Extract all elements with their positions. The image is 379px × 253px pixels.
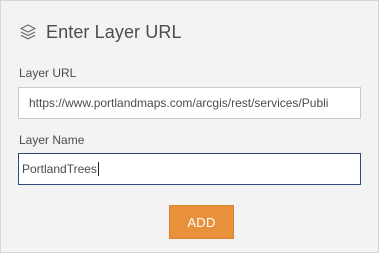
add-button[interactable]: ADD <box>169 205 234 239</box>
layer-url-label: Layer URL <box>19 66 77 80</box>
panel-title: Enter Layer URL <box>46 21 182 42</box>
layer-name-input[interactable]: PortlandTrees <box>18 153 361 185</box>
text-caret <box>97 162 99 176</box>
enter-layer-url-panel: Enter Layer URL Layer URL https://www.po… <box>0 0 379 253</box>
panel-header: Enter Layer URL <box>19 19 182 45</box>
layer-name-label: Layer Name <box>19 133 85 147</box>
layer-name-value: PortlandTrees <box>22 162 97 176</box>
layers-icon <box>19 23 37 41</box>
layer-url-value: https://www.portlandmaps.com/arcgis/rest… <box>29 96 329 110</box>
layer-url-input[interactable]: https://www.portlandmaps.com/arcgis/rest… <box>18 87 361 119</box>
